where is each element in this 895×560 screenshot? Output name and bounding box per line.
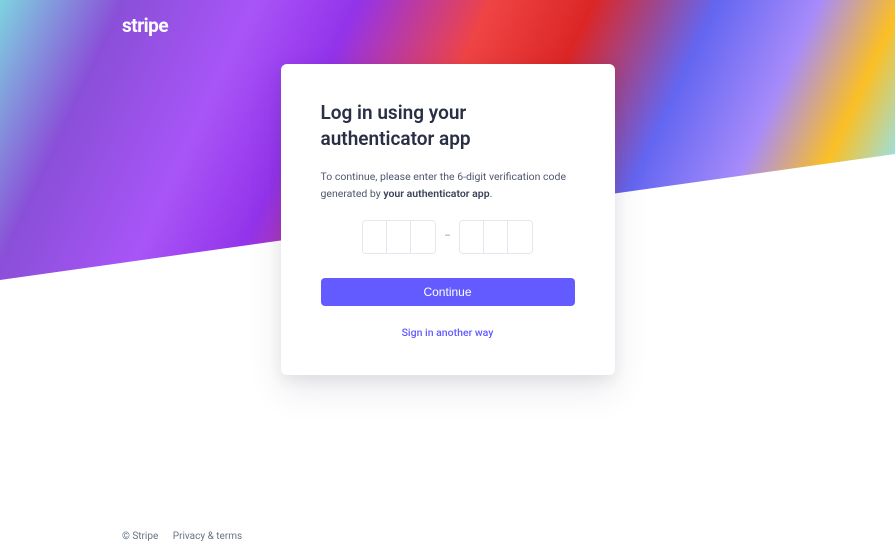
code-digit-4[interactable] xyxy=(460,221,484,253)
continue-button[interactable]: Continue xyxy=(321,278,575,306)
verification-code-row: – xyxy=(321,220,575,254)
code-group-1 xyxy=(362,220,436,254)
code-digit-6[interactable] xyxy=(508,221,532,253)
instructions-bold: your authenticator app xyxy=(383,187,489,200)
auth-card: Log in using your authenticator app To c… xyxy=(281,64,615,375)
code-group-2 xyxy=(459,220,533,254)
code-digit-3[interactable] xyxy=(411,221,435,253)
code-digit-5[interactable] xyxy=(484,221,508,253)
code-separator: – xyxy=(444,231,451,242)
footer-copyright: © Stripe xyxy=(122,531,158,542)
footer: © Stripe Privacy & terms xyxy=(122,531,242,542)
footer-privacy-link[interactable]: Privacy & terms xyxy=(173,531,242,542)
instructions-suffix: . xyxy=(490,187,493,200)
stripe-logo: stripe xyxy=(122,14,168,37)
card-instructions: To continue, please enter the 6-digit ve… xyxy=(321,169,575,202)
code-digit-2[interactable] xyxy=(387,221,411,253)
sign-in-another-way-link[interactable]: Sign in another way xyxy=(321,326,575,339)
code-digit-1[interactable] xyxy=(363,221,387,253)
card-heading: Log in using your authenticator app xyxy=(321,100,575,151)
